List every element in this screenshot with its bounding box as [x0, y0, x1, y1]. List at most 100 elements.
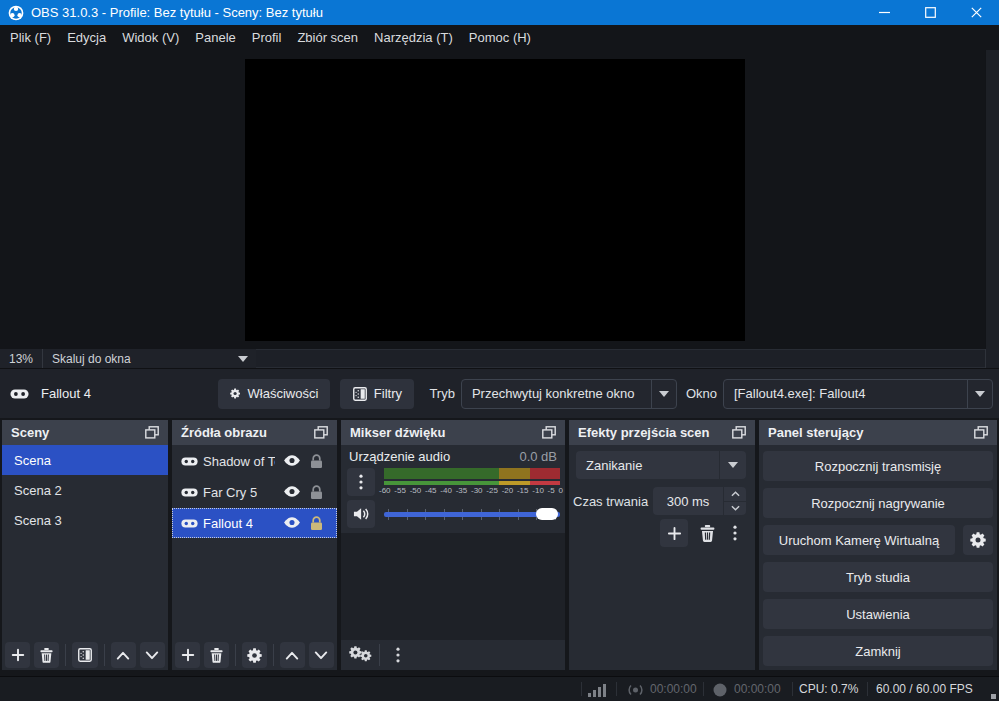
scenes-list: Scena Scena 2 Scena 3: [2, 445, 168, 640]
mixer-list: Urządzenie audio 0.0 dB -60-55-50-45-40-…: [341, 445, 565, 640]
sources-list: Shadow of To Far Cry 5 Fallout 4: [172, 445, 337, 640]
source-item[interactable]: Shadow of To: [172, 446, 337, 476]
transitions-panel: Zanikanie Czas trwania 300 ms: [569, 445, 755, 670]
minimize-button[interactable]: [861, 0, 907, 25]
source-item[interactable]: Far Cry 5: [172, 477, 337, 507]
selected-source-name: Fallout 4: [41, 386, 91, 401]
scene-item[interactable]: Scena 2: [2, 475, 168, 505]
settings-button[interactable]: Ustawienia: [763, 599, 993, 629]
transitions-dock-header: Efekty przejścia scen: [569, 420, 755, 445]
preview-zoom-combo[interactable]: 13% Skaluj do okna: [0, 349, 256, 368]
mute-speaker-button[interactable]: [347, 500, 375, 528]
properties-button[interactable]: Właściwości: [218, 379, 330, 409]
audio-source-name: Urządzenie audio: [349, 449, 450, 464]
chevron-down-icon: [728, 462, 738, 468]
studio-mode-button[interactable]: Tryb studia: [763, 562, 993, 592]
window-label: Okno: [686, 386, 717, 401]
float-dock-icon[interactable]: [732, 426, 746, 439]
sources-toolbar: [172, 640, 337, 670]
controls-panel: Rozpocznij transmisję Rozpocznij nagrywa…: [759, 445, 997, 670]
menu-zbior-scen[interactable]: Zbiór scen: [289, 30, 366, 45]
gamepad-icon: [181, 456, 198, 467]
stream-time: 00:00:00: [650, 682, 697, 696]
scene-down-button[interactable]: [140, 642, 165, 668]
menu-profil[interactable]: Profil: [244, 30, 290, 45]
float-dock-icon[interactable]: [145, 426, 159, 439]
menu-widok[interactable]: Widok (V): [114, 30, 187, 45]
capture-mode-combobox[interactable]: Przechwytuj konkretne okno: [461, 379, 677, 409]
menu-narzedzia[interactable]: Narzędzia (T): [366, 30, 461, 45]
start-recording-button[interactable]: Rozpocznij nagrywanie: [763, 488, 993, 518]
float-dock-icon[interactable]: [542, 426, 556, 439]
statusbar: 00:00:00 00:00:00 CPU: 0.7% 60.00 / 60.0…: [0, 676, 999, 701]
remove-source-button[interactable]: [204, 642, 229, 668]
float-dock-icon[interactable]: [974, 426, 988, 439]
menu-pomoc[interactable]: Pomoc (H): [461, 30, 539, 45]
menu-edycja[interactable]: Edycja: [59, 30, 114, 45]
remove-scene-button[interactable]: [34, 642, 59, 668]
transitions-dock-title: Efekty przejścia scen: [578, 425, 710, 440]
start-virtual-camera-button[interactable]: Uruchom Kamerę Wirtualną: [763, 525, 955, 555]
obs-logo-icon: [8, 5, 24, 21]
audio-db-value: 0.0 dB: [519, 449, 557, 464]
spin-up-button[interactable]: [724, 487, 746, 501]
titlebar: OBS 31.0.3 - Profile: Bez tytułu - Sceny…: [0, 0, 999, 25]
source-toolbar: Fallout 4 Właściwości Filtry Tryb Przech…: [0, 368, 999, 418]
preview-canvas[interactable]: [245, 59, 745, 341]
volume-slider-handle[interactable]: [536, 508, 558, 520]
maximize-button[interactable]: [907, 0, 953, 25]
lock-icon[interactable]: [310, 516, 323, 531]
mixer-options-button[interactable]: [386, 642, 410, 668]
add-transition-button[interactable]: [660, 519, 688, 547]
scene-item[interactable]: Scena 3: [2, 505, 168, 535]
preview-vertical-scrollbar[interactable]: [985, 50, 999, 349]
fps-indicator: 60.00 / 60.00 FPS: [876, 682, 973, 696]
visibility-eye-icon[interactable]: [283, 485, 301, 498]
spin-down-button[interactable]: [724, 502, 746, 516]
preview-horizontal-scrollbar[interactable]: [256, 349, 985, 368]
add-scene-button[interactable]: [5, 642, 30, 668]
menu-plik[interactable]: Plik (F): [2, 30, 59, 45]
menu-panele[interactable]: Panele: [187, 30, 243, 45]
start-streaming-button[interactable]: Rozpocznij transmisję: [763, 451, 993, 481]
resize-grip[interactable]: [991, 694, 996, 699]
controls-dock-title: Panel sterujący: [768, 425, 863, 440]
source-up-button[interactable]: [280, 642, 305, 668]
controls-dock: Panel sterujący Rozpocznij transmisję Ro…: [759, 420, 997, 670]
record-status-icon: [713, 683, 727, 697]
exit-button[interactable]: Zamknij: [763, 636, 993, 666]
transition-combobox[interactable]: Zanikanie: [576, 451, 746, 479]
gamepad-icon: [181, 518, 198, 529]
advanced-audio-button[interactable]: [349, 642, 373, 668]
preview-area: [0, 50, 999, 349]
float-dock-icon[interactable]: [314, 426, 328, 439]
transition-options-button[interactable]: [733, 525, 737, 541]
transitions-dock: Efekty przejścia scen Zanikanie Czas trw…: [569, 420, 755, 670]
scene-up-button[interactable]: [111, 642, 136, 668]
source-down-button[interactable]: [309, 642, 334, 668]
lock-icon[interactable]: [310, 485, 323, 500]
visibility-eye-icon[interactable]: [283, 454, 301, 467]
remove-transition-button[interactable]: [700, 525, 715, 542]
volume-slider[interactable]: [384, 506, 560, 522]
stream-status-icon: [627, 683, 644, 697]
source-properties-button[interactable]: [242, 642, 267, 668]
audio-source-item: Urządzenie audio 0.0 dB -60-55-50-45-40-…: [341, 445, 565, 533]
scene-item[interactable]: Scena: [2, 445, 168, 475]
capture-window-combobox[interactable]: [Fallout4.exe]: Fallout4: [723, 379, 993, 409]
add-source-button[interactable]: [175, 642, 200, 668]
close-button[interactable]: [953, 0, 999, 25]
virtual-camera-settings-button[interactable]: [963, 525, 993, 555]
mixer-dock-title: Mikser dźwięku: [350, 425, 445, 440]
visibility-eye-icon[interactable]: [283, 516, 301, 529]
sources-dock-title: Źródła obrazu: [181, 425, 267, 440]
filters-button[interactable]: Filtry: [340, 379, 414, 409]
lock-icon[interactable]: [310, 454, 323, 469]
menubar: Plik (F) Edycja Widok (V) Panele Profil …: [0, 25, 999, 50]
docks-area: Sceny Scena Scena 2 Scena 3 Źródła obraz…: [0, 418, 999, 676]
duration-spinbox[interactable]: 300 ms: [653, 487, 746, 515]
audio-options-button[interactable]: [347, 468, 375, 496]
meter-scale: -60-55-50-45-40-35-30-25-20-15-10-50: [379, 486, 563, 495]
scene-filters-button[interactable]: [72, 642, 97, 668]
source-item[interactable]: Fallout 4: [172, 508, 337, 538]
